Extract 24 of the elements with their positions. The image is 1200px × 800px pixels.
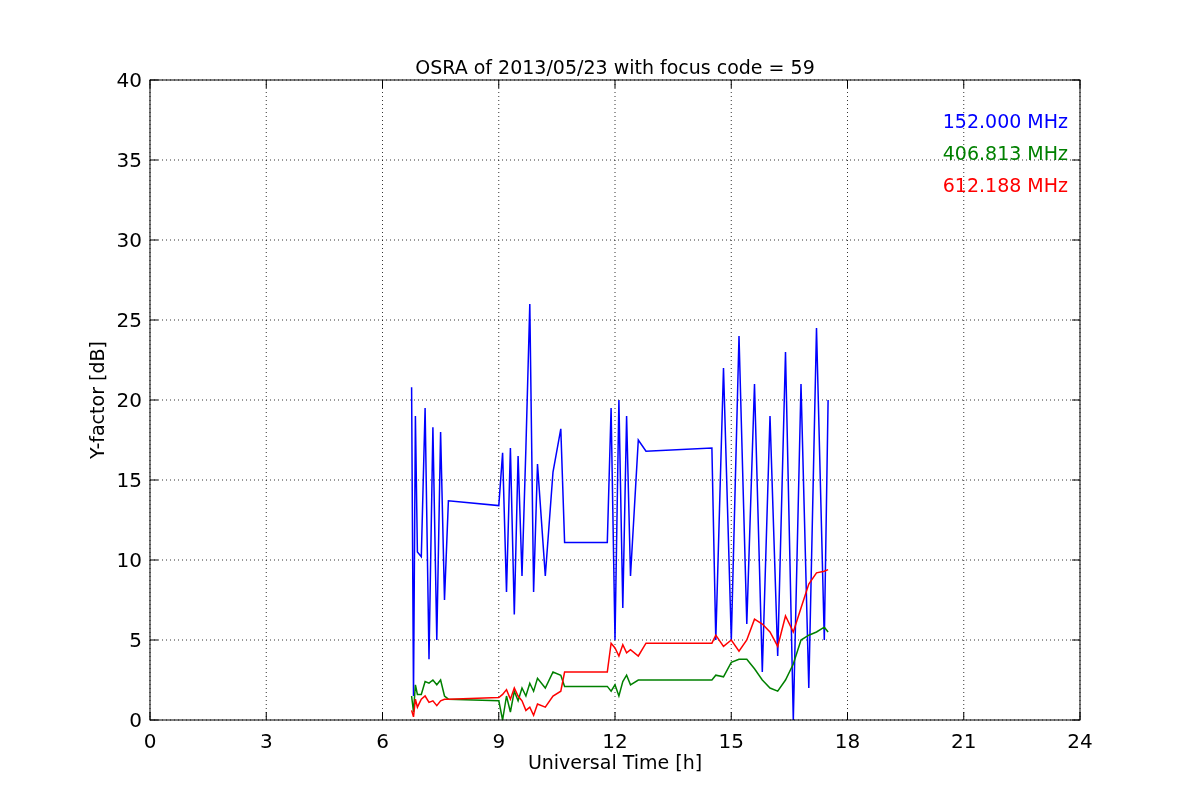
tick-label: 15 [718, 729, 744, 753]
tick-label: 6 [376, 729, 389, 753]
tick-label: 3 [259, 729, 273, 753]
tick-label: 0 [143, 729, 157, 753]
tick-label: 30 [116, 228, 142, 252]
legend-entry: 152.000 MHz [942, 110, 1068, 132]
tick-label: 15 [116, 468, 142, 492]
tick-label: 21 [951, 729, 977, 753]
tick-label: 25 [116, 308, 142, 332]
tick-label: 5 [129, 628, 142, 652]
tick-label: 18 [834, 729, 861, 753]
tick-label: 20 [116, 388, 142, 412]
tick-label: 10 [116, 548, 142, 572]
tick-label: 12 [602, 729, 628, 753]
chart-title: OSRA of 2013/05/23 with focus code = 59 [415, 56, 815, 78]
axis-label: Universal Time [h] [527, 751, 703, 773]
tick-label: 0 [129, 708, 142, 732]
legend-entry: 406.813 MHz [942, 142, 1068, 164]
tick-label: 40 [116, 68, 142, 92]
tick-label: 9 [492, 729, 506, 753]
tick-label: 24 [1067, 729, 1093, 753]
axis-label: Y-factor [dB] [86, 341, 108, 459]
legend-entry: 612.188 MHz [942, 174, 1068, 196]
tick-label: 35 [116, 148, 142, 172]
